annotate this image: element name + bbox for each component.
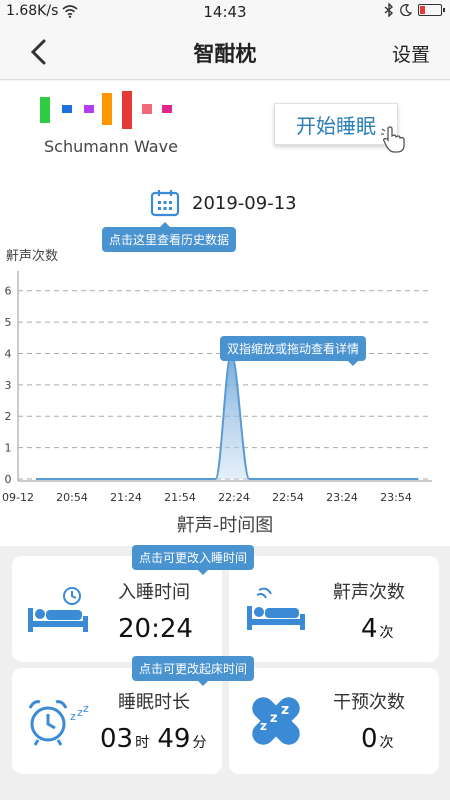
x-tick-label: 22:24	[218, 491, 250, 504]
y-tick-label: 2	[5, 410, 12, 423]
intervention-bandage-icon: z z z	[252, 697, 300, 745]
duration-minutes: 49	[157, 724, 191, 754]
date-selector[interactable]: 2019-09-13	[150, 189, 297, 217]
snore-count-value: 4	[361, 614, 378, 644]
wave-bar	[122, 91, 132, 129]
y-tick-label: 0	[5, 473, 12, 486]
chart-ylabel: 鼾声次数	[6, 249, 59, 264]
snoring-sleeper-icon	[247, 587, 305, 630]
snore-count-card: 鼾声次数 4次	[229, 556, 439, 662]
current-date[interactable]: 2019-09-13	[192, 193, 297, 214]
y-tick-label: 4	[5, 347, 12, 360]
sleep-time-card[interactable]: 入睡时间 20:24	[12, 556, 222, 662]
svg-text:z: z	[70, 710, 76, 723]
moon-icon	[400, 4, 412, 16]
sleep-time-label: 入睡时间	[118, 582, 190, 603]
stats-panel: 入睡时间 20:24 鼾声次数 4次 z z z 睡眠时长 03 时 49 分 …	[0, 545, 450, 800]
duration-hours: 03	[100, 724, 134, 754]
svg-text:z: z	[260, 719, 267, 733]
wave-bar	[84, 105, 94, 113]
bed-clock-icon	[28, 587, 88, 632]
svg-text:z: z	[83, 702, 89, 715]
sleep-time-tip[interactable]: 点击可更改入睡时间	[132, 545, 255, 575]
hand-pointer-icon	[381, 126, 405, 153]
wake-time-tip[interactable]: 点击可更改起床时间	[132, 656, 255, 686]
snore-chart[interactable]: 0 1 2 3 4 5 6 09-12 20:54 21:24 21:54 22:24 22:54 23:…	[0, 271, 450, 507]
wave-bar	[102, 93, 112, 125]
y-tick-label: 5	[5, 316, 12, 329]
intervention-unit: 次	[379, 735, 394, 751]
snore-count-label: 鼾声次数	[333, 582, 405, 603]
page-title: 智酣枕	[193, 42, 257, 66]
bluetooth-icon	[384, 3, 394, 17]
alarm-clock-icon: z z z	[28, 700, 89, 746]
y-tick-label: 3	[5, 379, 12, 392]
intervention-value: 0	[361, 724, 378, 754]
x-tick-label: 21:24	[110, 491, 142, 504]
duration-hours-unit: 时	[135, 735, 150, 751]
snore-count-unit: 次	[379, 625, 394, 641]
svg-text:z: z	[281, 702, 289, 718]
wave-bar	[142, 104, 152, 114]
snore-count-value-wrap: 4次	[361, 614, 394, 644]
wave-label: Schumann Wave	[44, 137, 178, 156]
wave-bar	[62, 105, 72, 113]
intervention-label: 干预次数	[333, 692, 405, 713]
status-bar: 1.68K/s 14:43	[0, 0, 450, 24]
duration-value: 03 时 49 分	[100, 724, 206, 754]
x-tick-label: 21:54	[164, 491, 196, 504]
battery-icon	[418, 4, 445, 16]
intervention-value-wrap: 0次	[361, 724, 394, 754]
history-tip[interactable]: 点击这里查看历史数据	[102, 222, 237, 252]
duration-minutes-unit: 分	[192, 735, 207, 751]
x-tick-label: 20:54	[56, 491, 88, 504]
x-tick-label: 09-12	[2, 491, 34, 504]
x-tick-label: 23:24	[326, 491, 358, 504]
svg-text:z: z	[270, 711, 278, 726]
chart-title: 鼾声-时间图	[176, 515, 274, 536]
intervention-card: z z z 干预次数 0次	[229, 668, 439, 774]
wave-bar	[162, 105, 172, 113]
y-tick-label: 1	[5, 442, 12, 455]
clock: 14:43	[203, 3, 247, 21]
wave-bar	[40, 97, 50, 123]
y-tick-label: 6	[5, 285, 12, 298]
settings-button[interactable]: 设置	[392, 40, 430, 67]
zoom-tip: 双指缩放或拖动查看详情	[220, 336, 367, 366]
schumann-wave-bars	[40, 91, 180, 131]
duration-label: 睡眠时长	[118, 692, 190, 713]
status-right	[384, 3, 445, 17]
x-tick-label: 22:54	[272, 491, 304, 504]
main-panel: Schumann Wave 开始睡眠 2019-09-13 点击这里查看历史数据…	[0, 81, 450, 546]
x-tick-label: 23:54	[380, 491, 412, 504]
duration-card[interactable]: z z z 睡眠时长 03 时 49 分	[12, 668, 222, 774]
sleep-time-value: 20:24	[118, 614, 193, 644]
calendar-icon[interactable]	[150, 189, 180, 217]
nav-bar: 智酣枕 设置	[0, 24, 450, 80]
